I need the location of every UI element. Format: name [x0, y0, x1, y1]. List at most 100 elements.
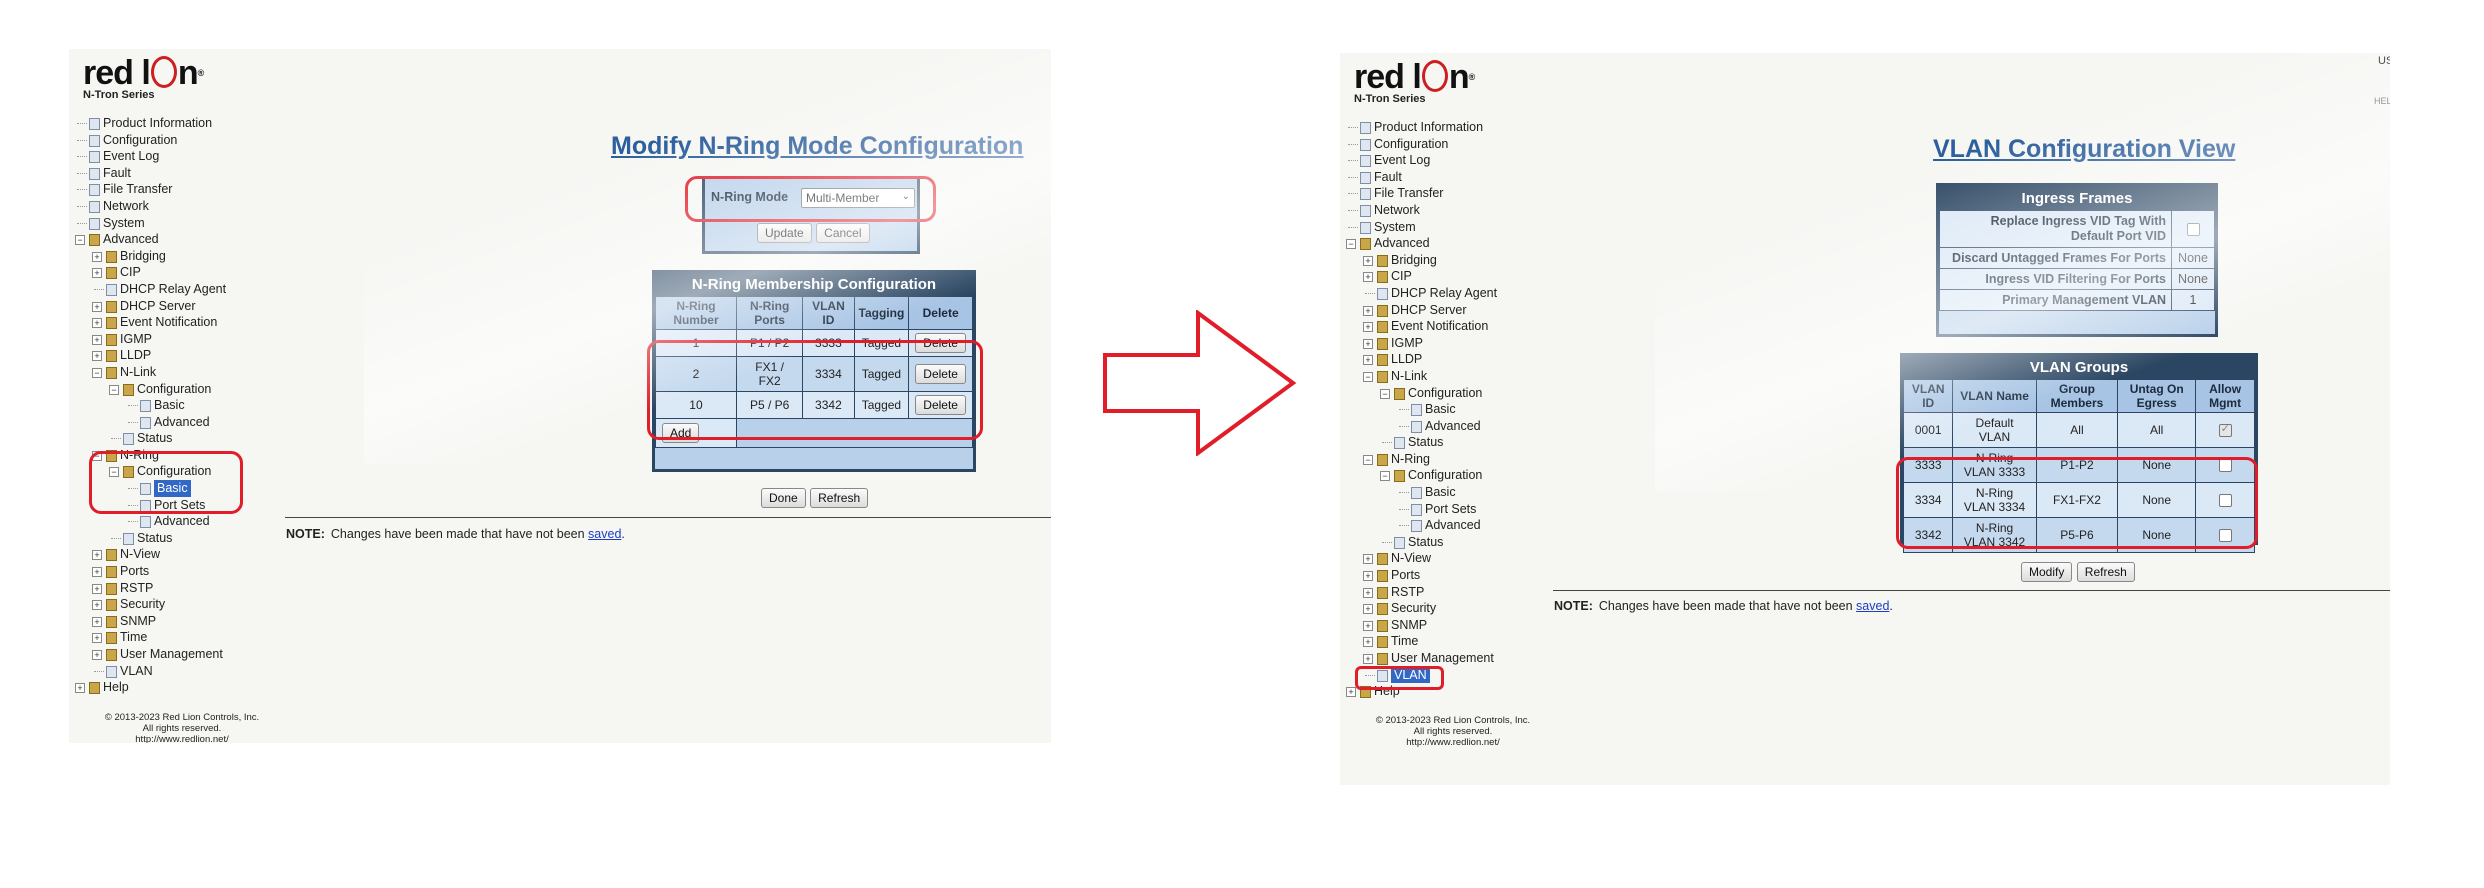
tree-item-label: Fault: [1374, 169, 1402, 184]
expand-icon[interactable]: +: [1363, 338, 1373, 349]
refresh-button[interactable]: Refresh: [810, 488, 869, 508]
collapse-icon[interactable]: −: [109, 384, 119, 395]
expand-icon[interactable]: +: [92, 616, 102, 627]
page-icon: [89, 118, 100, 130]
expand-icon[interactable]: +: [92, 550, 102, 561]
tree-item-label: Time: [120, 630, 148, 645]
folder-icon: [1377, 570, 1388, 583]
ingress-frames-dialog: Ingress Frames Replace Ingress VID Tag W…: [1936, 183, 2218, 337]
tree-item-label: DHCP Relay Agent: [1391, 285, 1498, 300]
folder-icon: [1377, 304, 1388, 317]
folder-icon: [1377, 453, 1388, 466]
saved-link[interactable]: saved: [1856, 599, 1889, 613]
expand-icon[interactable]: +: [92, 567, 102, 578]
tree-connector: [1399, 508, 1409, 510]
expand-icon[interactable]: +: [1363, 322, 1373, 333]
page-title: Modify N-Ring Mode Configuration: [611, 132, 1024, 160]
table-row: Primary Management VLAN 1: [1939, 289, 2215, 311]
page-icon: [140, 416, 151, 429]
header-user: US: [2378, 55, 2390, 67]
tree-item-label: Security: [1391, 601, 1437, 616]
expand-icon[interactable]: +: [92, 334, 102, 345]
tree-item-label: Time: [1391, 634, 1419, 649]
page-icon: [1411, 404, 1422, 417]
highlight-n-ring-mode: [685, 176, 936, 222]
expand-icon[interactable]: +: [1346, 687, 1356, 698]
folder-icon: [106, 549, 117, 562]
folder-icon: [106, 350, 117, 363]
collapse-icon[interactable]: −: [1363, 454, 1373, 465]
expand-icon[interactable]: +: [1363, 255, 1373, 266]
folder-icon: [1377, 321, 1388, 334]
modify-button[interactable]: Modify: [2021, 562, 2073, 582]
expand-icon[interactable]: +: [1363, 637, 1373, 648]
folder-icon: [89, 234, 100, 247]
expand-icon[interactable]: +: [92, 301, 102, 312]
folder-icon: [106, 582, 117, 595]
page-icon: [1411, 420, 1422, 433]
expand-icon[interactable]: +: [1363, 620, 1373, 631]
ingress-table: Replace Ingress VID Tag With Default Por…: [1939, 210, 2215, 311]
tree-connector: [111, 537, 121, 539]
collapse-icon[interactable]: −: [92, 367, 102, 378]
expand-icon[interactable]: +: [92, 650, 102, 660]
expand-icon[interactable]: +: [92, 268, 102, 279]
expand-icon[interactable]: +: [92, 351, 102, 362]
refresh-button[interactable]: Refresh: [2076, 562, 2135, 582]
tree-item-label: Network: [103, 198, 149, 213]
tree-connector: [1365, 292, 1375, 294]
update-button[interactable]: Update: [757, 223, 812, 243]
highlight-membership-rows: [647, 340, 983, 440]
tree-item-label: Event Log: [103, 149, 160, 164]
expand-icon[interactable]: +: [1363, 272, 1373, 283]
expand-icon[interactable]: +: [92, 318, 102, 329]
page-icon: [1360, 188, 1371, 201]
cancel-button[interactable]: Cancel: [816, 223, 870, 243]
tree-item-label: Basic: [154, 398, 185, 413]
right-arrow-icon: [1103, 310, 1297, 456]
saved-link[interactable]: saved: [588, 527, 621, 541]
expand-icon[interactable]: +: [1363, 654, 1373, 664]
collapse-icon[interactable]: −: [1363, 371, 1373, 382]
collapse-icon[interactable]: −: [75, 235, 85, 246]
tree-item-label: Event Log: [1374, 153, 1431, 168]
tree-item-label: Port Sets: [1425, 501, 1477, 516]
tree-item-label: Status: [1408, 534, 1444, 549]
expand-icon[interactable]: +: [92, 583, 102, 594]
collapse-icon[interactable]: −: [1346, 239, 1356, 250]
table-row: Replace Ingress VID Tag With Default Por…: [1939, 210, 2215, 248]
expand-icon[interactable]: +: [1363, 554, 1373, 565]
unsaved-note: NOTE: Changes have been made that have no…: [286, 527, 625, 541]
tree-item-label: Status: [137, 431, 173, 446]
col-number: N-Ring Number: [655, 296, 737, 330]
expand-icon[interactable]: +: [1363, 587, 1373, 598]
collapse-icon[interactable]: −: [1380, 388, 1390, 399]
done-button[interactable]: Done: [761, 488, 806, 508]
allow-mgmt-checkbox[interactable]: [2218, 422, 2232, 438]
expand-icon[interactable]: +: [1363, 355, 1373, 366]
tree-connector: [1399, 425, 1409, 427]
expand-icon[interactable]: +: [92, 633, 102, 644]
folder-icon: [1377, 653, 1388, 665]
expand-icon[interactable]: +: [92, 251, 102, 262]
expand-icon[interactable]: +: [1363, 305, 1373, 316]
tree-item-label: CIP: [1391, 269, 1412, 284]
expand-icon[interactable]: +: [75, 683, 85, 694]
replace-vid-checkbox[interactable]: [2186, 223, 2200, 237]
tree-item-label: Status: [1408, 435, 1444, 450]
tree-item-label: Advanced: [103, 232, 159, 247]
folder-icon: [106, 250, 117, 263]
tree-item-label: Ports: [1391, 568, 1421, 583]
folder-icon: [1377, 271, 1388, 284]
tree-item-label: Fault: [103, 165, 131, 180]
expand-icon[interactable]: +: [1363, 571, 1373, 582]
collapse-icon[interactable]: −: [1380, 471, 1390, 482]
page-icon: [1360, 204, 1371, 217]
tree-item-label: Product Information: [1374, 120, 1484, 134]
expand-icon[interactable]: +: [1363, 604, 1373, 615]
col-group-members: Group Members: [2035, 379, 2119, 413]
highlight-n-ring-vlans: [1896, 457, 2258, 549]
folder-icon: [106, 632, 117, 645]
tree-item-label: Advanced: [1425, 418, 1481, 433]
expand-icon[interactable]: +: [92, 600, 102, 611]
